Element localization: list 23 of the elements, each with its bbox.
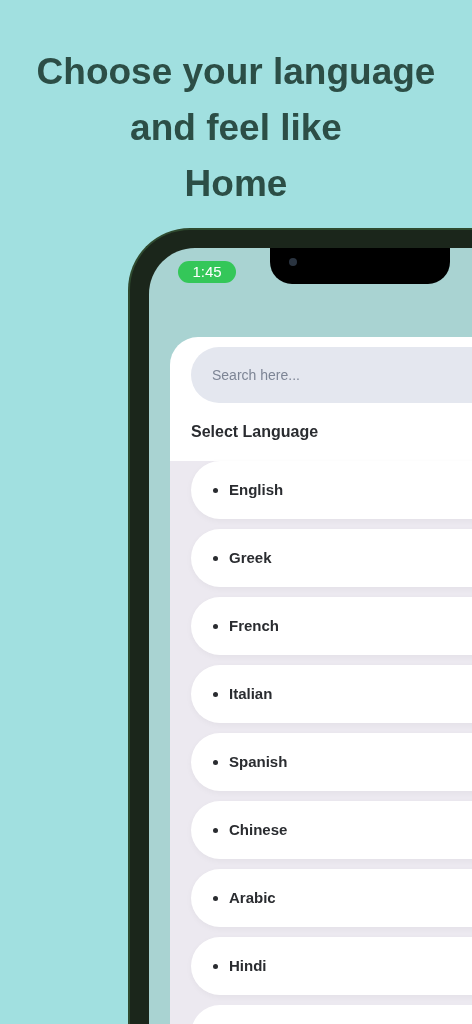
language-item[interactable]: English <box>191 461 472 519</box>
language-item[interactable]: Spanish <box>191 733 472 791</box>
bullet-icon <box>213 895 218 901</box>
bullet-icon <box>213 487 218 493</box>
language-item[interactable]: Chinese <box>191 801 472 859</box>
bullet-icon <box>213 691 218 697</box>
language-item[interactable]: Italian <box>191 665 472 723</box>
status-time: 1:45 <box>178 261 236 283</box>
headline-line: Home <box>184 162 288 206</box>
language-item[interactable]: Hindi <box>191 937 472 995</box>
search-field[interactable]: Search here... <box>191 347 472 403</box>
bullet-icon <box>213 623 218 629</box>
bullet-icon <box>213 827 218 833</box>
language-item[interactable]: Greek <box>191 529 472 587</box>
bullet-icon <box>213 963 218 969</box>
camera-icon <box>289 258 297 266</box>
bullet-icon <box>213 555 218 561</box>
bullet-icon <box>213 759 218 765</box>
section-title: Select Language <box>191 422 319 442</box>
language-item[interactable]: French <box>191 597 472 655</box>
headline-line: Choose your language <box>36 50 436 94</box>
language-item[interactable]: Arabic <box>191 869 472 927</box>
headline-line: and feel like <box>130 106 342 150</box>
